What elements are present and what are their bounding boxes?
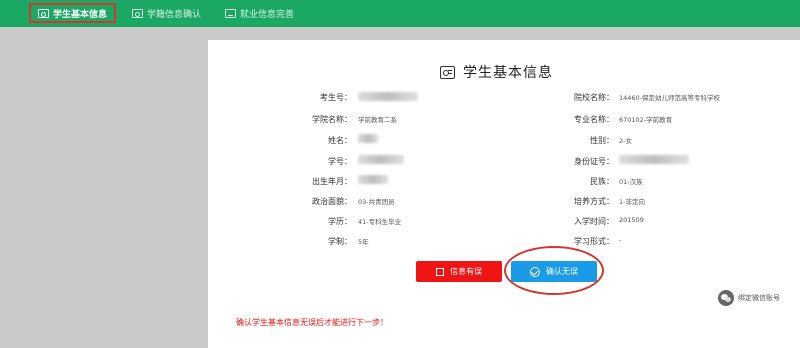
info-error-button[interactable]: 信息有误 [416,261,502,282]
field-value: - [619,236,622,244]
field-value: 41-专科生毕业 [358,218,402,226]
field-label: 学历： [328,217,352,226]
field-label: 政治面貌： [312,197,352,206]
field-value: 14460-保定幼儿师范高等专科学校 [619,94,721,102]
tab-label: 学籍信息确认 [147,10,202,20]
field-label: 姓名： [328,136,352,145]
page-title-text: 学生基本信息 [463,65,553,81]
field-label: 学制： [328,237,352,246]
redacted-value [358,155,404,164]
field-label: 考生号： [320,93,352,102]
field-label: 入学时间： [574,217,614,226]
field-label: 培养方式： [574,197,614,206]
annotation-highlight-box [29,3,116,23]
field-label: 学院名称： [312,115,352,124]
tab-label: 就业信息完善 [240,10,295,20]
wechat-label: 绑定微信账号 [738,294,780,302]
tab-enrollment-confirm[interactable]: 学籍信息确认 [132,0,201,27]
button-label: 信息有误 [450,267,482,276]
field-label: 专业名称： [574,115,614,124]
field-value: 5年 [358,238,369,246]
redacted-value [358,175,388,184]
field-value: 2-女 [619,137,632,145]
annotation-circle [504,246,604,295]
monitor-icon [225,9,236,18]
bind-wechat-link[interactable]: 绑定微信账号 [718,290,780,306]
wechat-icon [718,290,734,306]
field-value: 1-非定向 [619,198,645,206]
id-card-icon [440,65,455,79]
redacted-value [358,92,418,101]
field-label: 学号： [328,157,352,166]
field-value: 201509 [619,216,644,224]
field-label: 民族： [590,177,614,186]
tab-employment-info[interactable]: 就业信息完善 [225,0,294,27]
top-nav: 学生基本信息 学籍信息确认 就业信息完善 [0,0,800,27]
field-value: 03-共青团员 [358,198,395,206]
page-title: 学生基本信息 [440,62,553,82]
field-value: 670102-学前教育 [619,116,673,124]
info-card: 学生基本信息 考生号： 学院名称： 姓名： 学号： 出生年月： 政治面貌： 学历… [208,40,800,348]
field-value: 01-汉族 [619,178,643,186]
field-label: 出生年月： [312,177,352,186]
id-card-icon [132,9,143,18]
redacted-value [619,155,689,164]
redacted-value [358,134,378,143]
edit-icon [436,267,444,276]
field-label: 院校名称： [574,93,614,102]
field-label: 性别： [590,136,614,145]
warning-message: 确认学生基本信息无误后才能进行下一步！ [236,318,388,327]
field-label: 学习形式： [574,237,614,246]
field-label: 身份证号： [574,157,614,166]
field-value: 学前教育二系 [358,116,397,124]
